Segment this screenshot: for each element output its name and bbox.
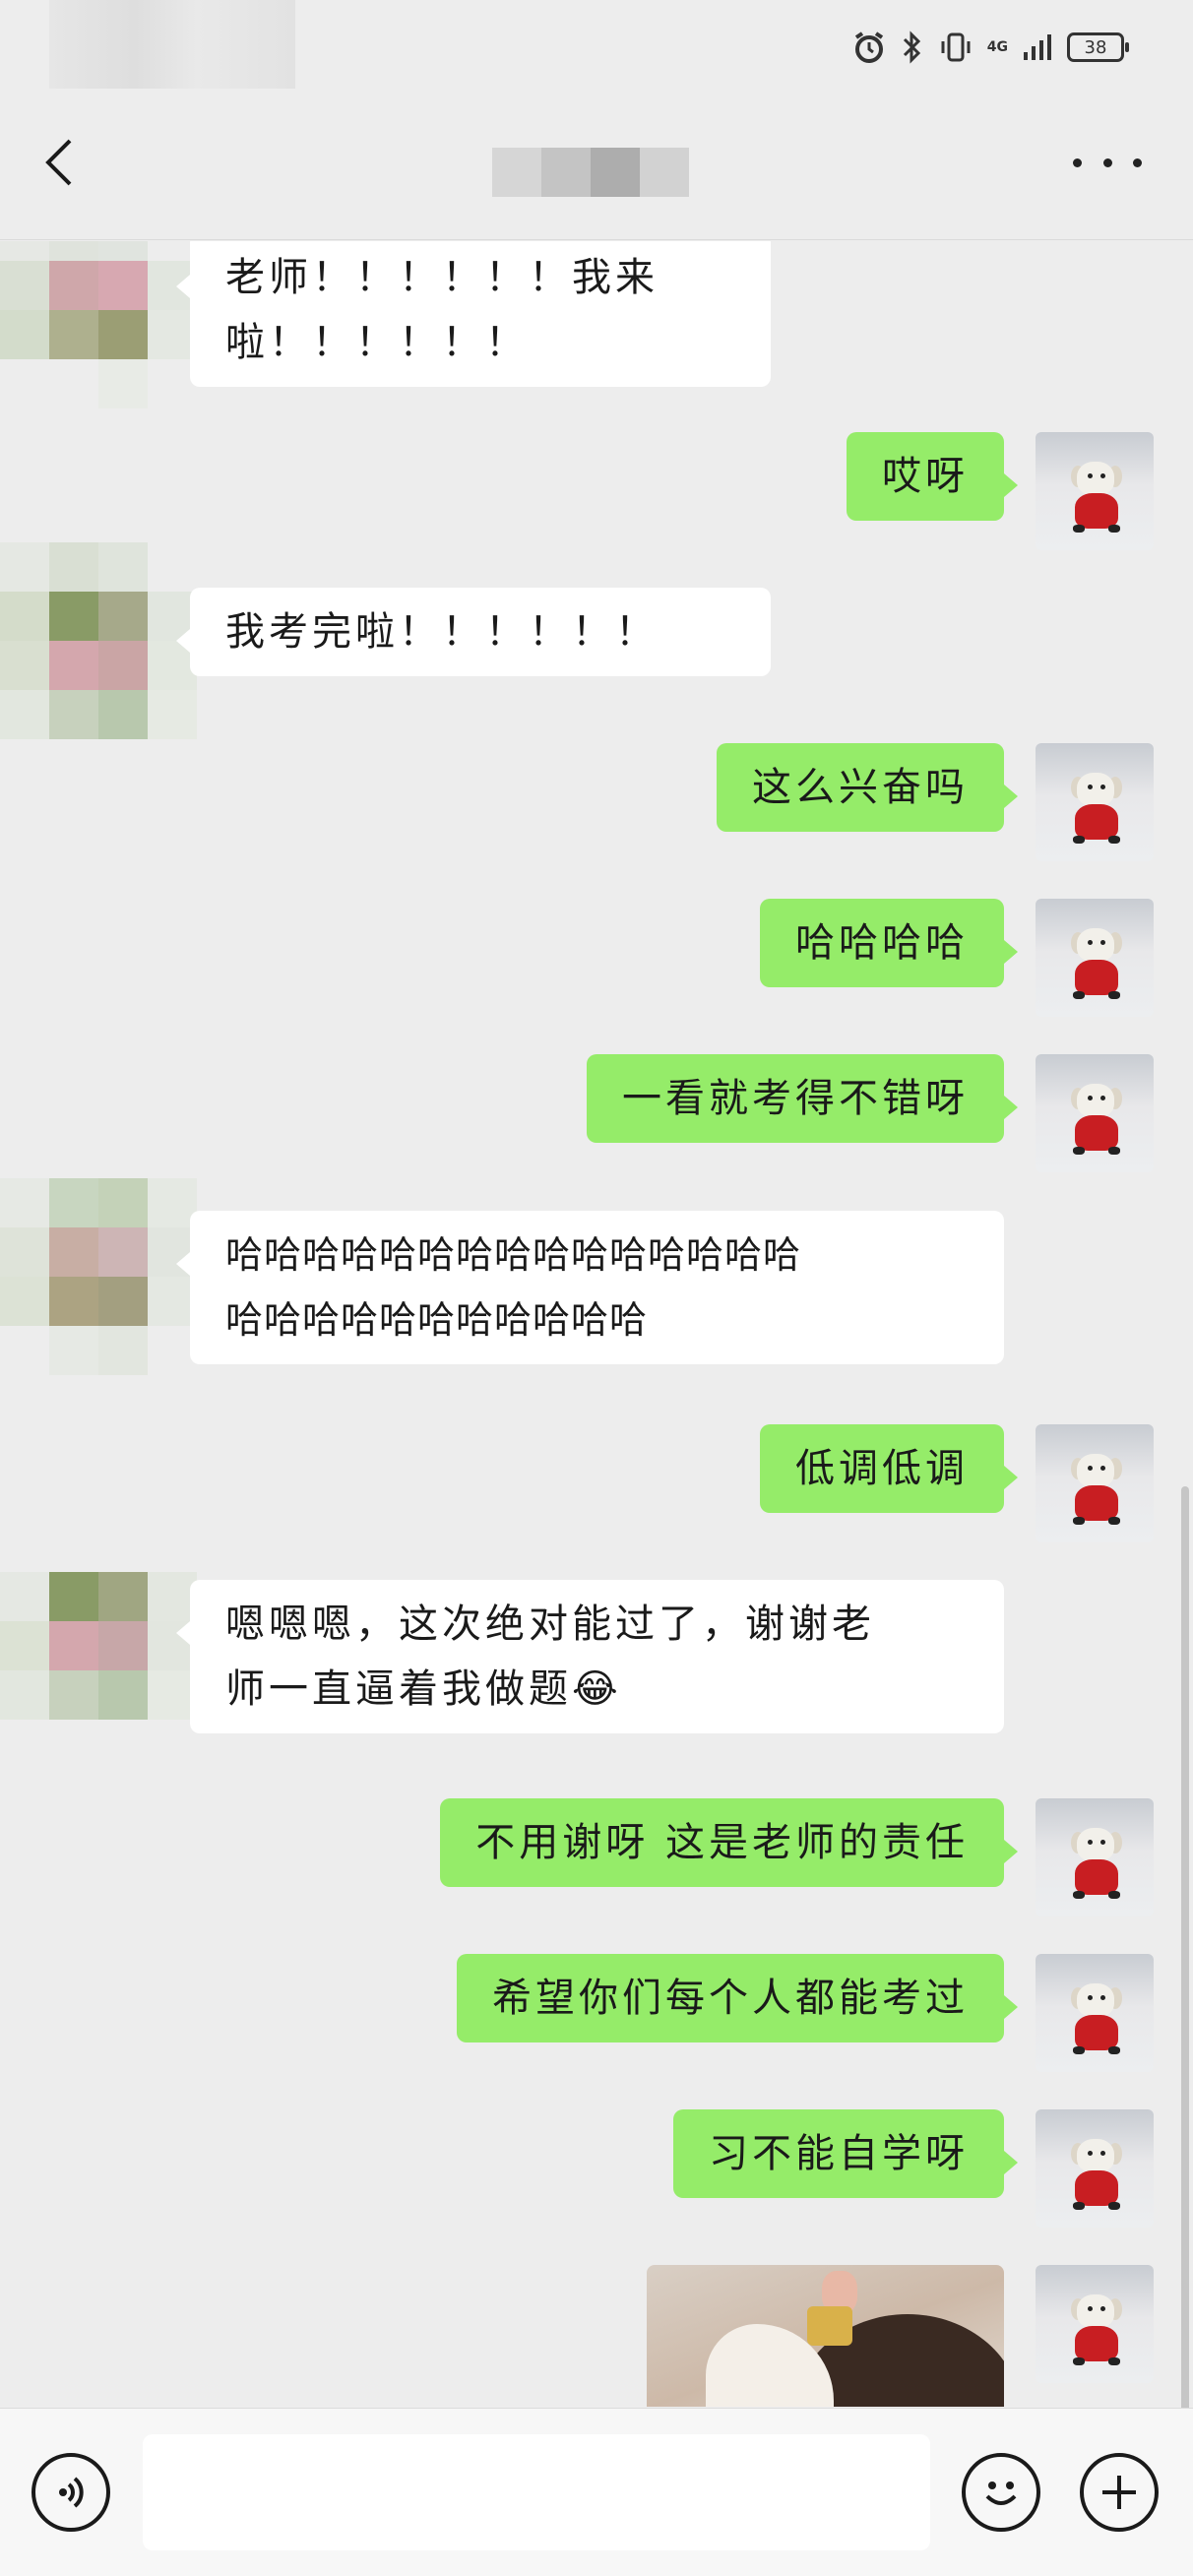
contact-avatar-blurred[interactable]	[0, 1572, 197, 1769]
image-message[interactable]	[647, 2265, 1004, 2407]
message-bubble-outgoing[interactable]: 哎呀	[847, 432, 1018, 521]
contact-avatar-blurred[interactable]	[0, 1178, 197, 1375]
chevron-left-icon	[45, 139, 72, 186]
message-bubble-outgoing[interactable]: 这么兴奋吗	[717, 743, 1018, 832]
message-bubble-outgoing[interactable]: 希望你们每个人都能考过	[457, 1954, 1018, 2042]
more-button[interactable]	[1073, 143, 1142, 182]
message-list[interactable]: 老师！！！！！！我来 啦！！！！！！ 哎呀 我考完啦！！！！！！ 这么兴奋吗 哈…	[0, 241, 1193, 2407]
network-label: 4G	[986, 39, 1008, 55]
signal-icon	[1022, 32, 1053, 62]
my-avatar[interactable]	[1036, 432, 1154, 550]
emoji-button[interactable]	[962, 2453, 1040, 2532]
bluetooth-icon	[901, 30, 924, 65]
status-icons: 4G 38	[851, 26, 1129, 69]
voice-button[interactable]	[31, 2453, 110, 2532]
my-avatar[interactable]	[1036, 1798, 1154, 1916]
more-icon	[1073, 157, 1082, 167]
plus-icon	[1102, 2476, 1136, 2509]
voice-icon	[59, 2477, 84, 2508]
status-bar: 4G 38	[0, 0, 1193, 94]
message-bubble-outgoing[interactable]: 哈哈哈哈	[760, 899, 1018, 987]
message-input[interactable]	[143, 2434, 930, 2550]
vibrate-icon	[938, 30, 973, 65]
chat-header	[0, 94, 1193, 241]
header-divider	[0, 239, 1193, 240]
my-avatar[interactable]	[1036, 2109, 1154, 2228]
scrollbar[interactable]	[1181, 1486, 1189, 2412]
battery-level: 38	[1084, 36, 1107, 58]
input-bar	[0, 2408, 1193, 2576]
my-avatar[interactable]	[1036, 899, 1154, 1017]
message-bubble-incoming[interactable]: 嗯嗯嗯，这次绝对能过了，谢谢老 师一直逼着我做题😂	[176, 1580, 1004, 1733]
message-bubble-incoming[interactable]: 我考完啦！！！！！！	[176, 588, 771, 676]
emoji-icon	[985, 2482, 1017, 2505]
status-bar-blurred-area	[49, 0, 295, 89]
message-bubble-outgoing[interactable]: 不用谢呀 这是老师的责任	[440, 1798, 1018, 1887]
chat-title-blurred	[492, 148, 689, 197]
contact-avatar-blurred[interactable]	[0, 241, 197, 408]
message-bubble-outgoing[interactable]: 习不能自学呀	[673, 2109, 1018, 2198]
message-bubble-incoming[interactable]: 老师！！！！！！我来 啦！！！！！！	[176, 241, 771, 387]
plus-button[interactable]	[1080, 2453, 1159, 2532]
back-button[interactable]	[30, 133, 89, 192]
contact-avatar-blurred[interactable]	[0, 542, 197, 739]
my-avatar[interactable]	[1036, 1054, 1154, 1172]
my-avatar[interactable]	[1036, 1954, 1154, 2072]
alarm-icon	[851, 30, 887, 65]
my-avatar[interactable]	[1036, 743, 1154, 861]
message-bubble-incoming[interactable]: 哈哈哈哈哈哈哈哈哈哈哈哈哈哈哈 哈哈哈哈哈哈哈哈哈哈哈	[176, 1211, 1004, 1364]
my-avatar[interactable]	[1036, 2265, 1154, 2383]
my-avatar[interactable]	[1036, 1424, 1154, 1542]
message-bubble-outgoing[interactable]: 低调低调	[760, 1424, 1018, 1513]
battery-icon: 38	[1067, 32, 1129, 62]
message-bubble-outgoing[interactable]: 一看就考得不错呀	[587, 1054, 1018, 1143]
